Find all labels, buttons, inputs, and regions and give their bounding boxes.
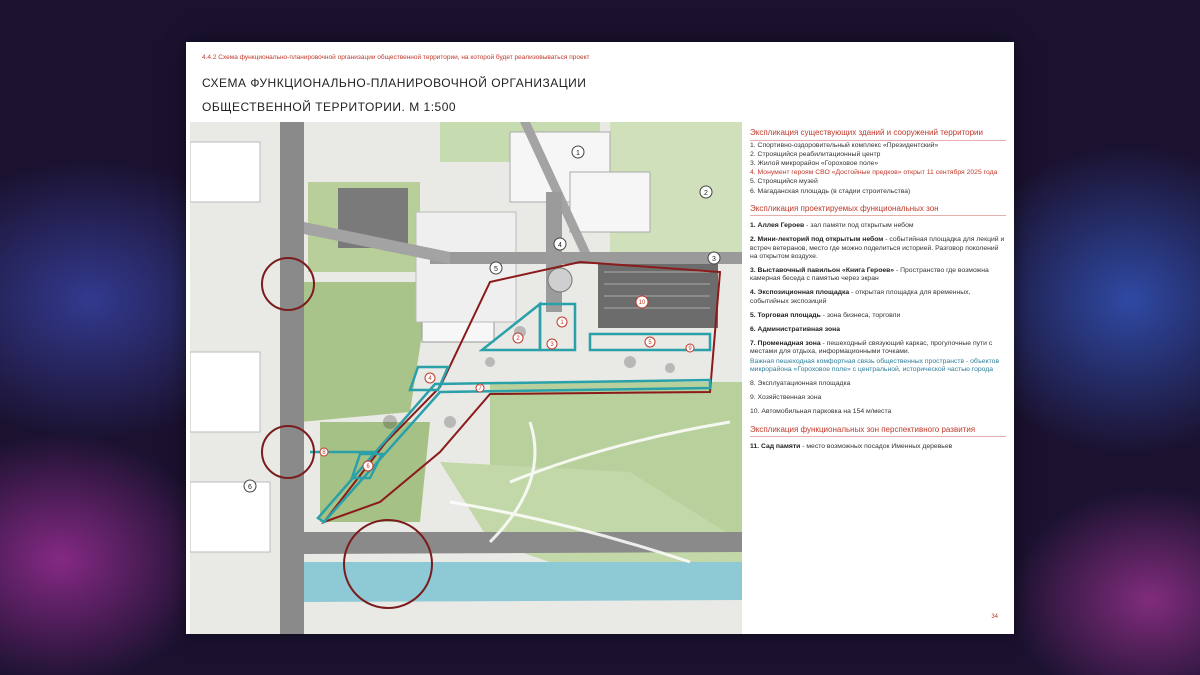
- legend-zone-3: 3. Выставочный павильон «Книга Героев» -…: [750, 267, 989, 283]
- slide-title-line1: СХЕМА ФУНКЦИОНАЛЬНО-ПЛАНИРОВОЧНОЙ ОРГАНИ…: [202, 76, 587, 90]
- site-plan-map: 1 2 3 4 5 6 10 1 2 3 4 5 6 7 8 9: [190, 122, 742, 634]
- legend-existing-title: Экспликация существующих зданий и сооруж…: [750, 128, 983, 137]
- legend-zone-7: 7. Променадная зона - пешеходный связующ…: [750, 340, 993, 356]
- page-number: 34: [991, 614, 998, 620]
- legend-zone-10: 10. Автомобильная парковка на 154 м/мест…: [750, 408, 892, 416]
- map-label-building-2: 2: [704, 190, 708, 197]
- legend-zone-5: 5. Торговая площадь - зона бизнеса, торг…: [750, 311, 901, 319]
- legend-existing-3: 3. Жилой микрорайон «Гороховое поле»: [750, 159, 879, 167]
- map-label-building-1: 1: [576, 150, 580, 157]
- legend-zone-8: 8. Эксплуатационная площадка: [750, 380, 851, 388]
- map-label-zone-10: 10: [639, 300, 646, 306]
- map-label-building-6: 6: [248, 484, 252, 491]
- legend-zone-4: 4. Экспозиционная площадка - открытая пл…: [750, 289, 971, 305]
- legend-zone-9: 9. Хозяйственная зона: [750, 394, 822, 402]
- legend-zone-1: 1. Аллея Героев - зал памяти под открыты…: [750, 222, 914, 230]
- legend-future-title: Экспликация функциональных зон перспекти…: [750, 424, 976, 434]
- map-label-building-5: 5: [494, 266, 498, 273]
- legend-existing-4: 4. Монумент героям СВО «Достойные предко…: [750, 169, 998, 177]
- map-label-building-4: 4: [558, 242, 562, 249]
- legend-zone-7-note: Важная пешеходная комфортная связь общес…: [750, 357, 1000, 373]
- map-label-building-3: 3: [712, 256, 716, 263]
- legend-existing-5: 5. Строящийся музей: [750, 178, 818, 186]
- legend-existing-2: 2. Строящийся реабилитационный центр: [750, 150, 881, 158]
- legend-existing-6: 6. Магаданская площадь (в стадии строите…: [750, 187, 911, 195]
- legend-projected-title: Экспликация проектируемых функциональных…: [750, 203, 939, 213]
- legend-zone-6: 6. Административная зона: [750, 326, 840, 334]
- presentation-slide: 4.4.2 Схема функционально-планировочной …: [186, 42, 1014, 634]
- legend-existing-1: 1. Спортивно-оздоровительный комплекс «П…: [750, 141, 939, 149]
- legend-zone-11: 11. Сад памяти - место возможных посадок…: [750, 443, 953, 451]
- slide-title-line2: ОБЩЕСТВЕННОЙ ТЕРРИТОРИИ. М 1:500: [202, 100, 457, 114]
- slide-pre-title: 4.4.2 Схема функционально-планировочной …: [202, 54, 590, 61]
- map-legend: Экспликация существующих зданий и сооруж…: [750, 124, 1006, 451]
- legend-zone-2: 2. Мини-лекторий под открытым небом - со…: [750, 236, 1005, 260]
